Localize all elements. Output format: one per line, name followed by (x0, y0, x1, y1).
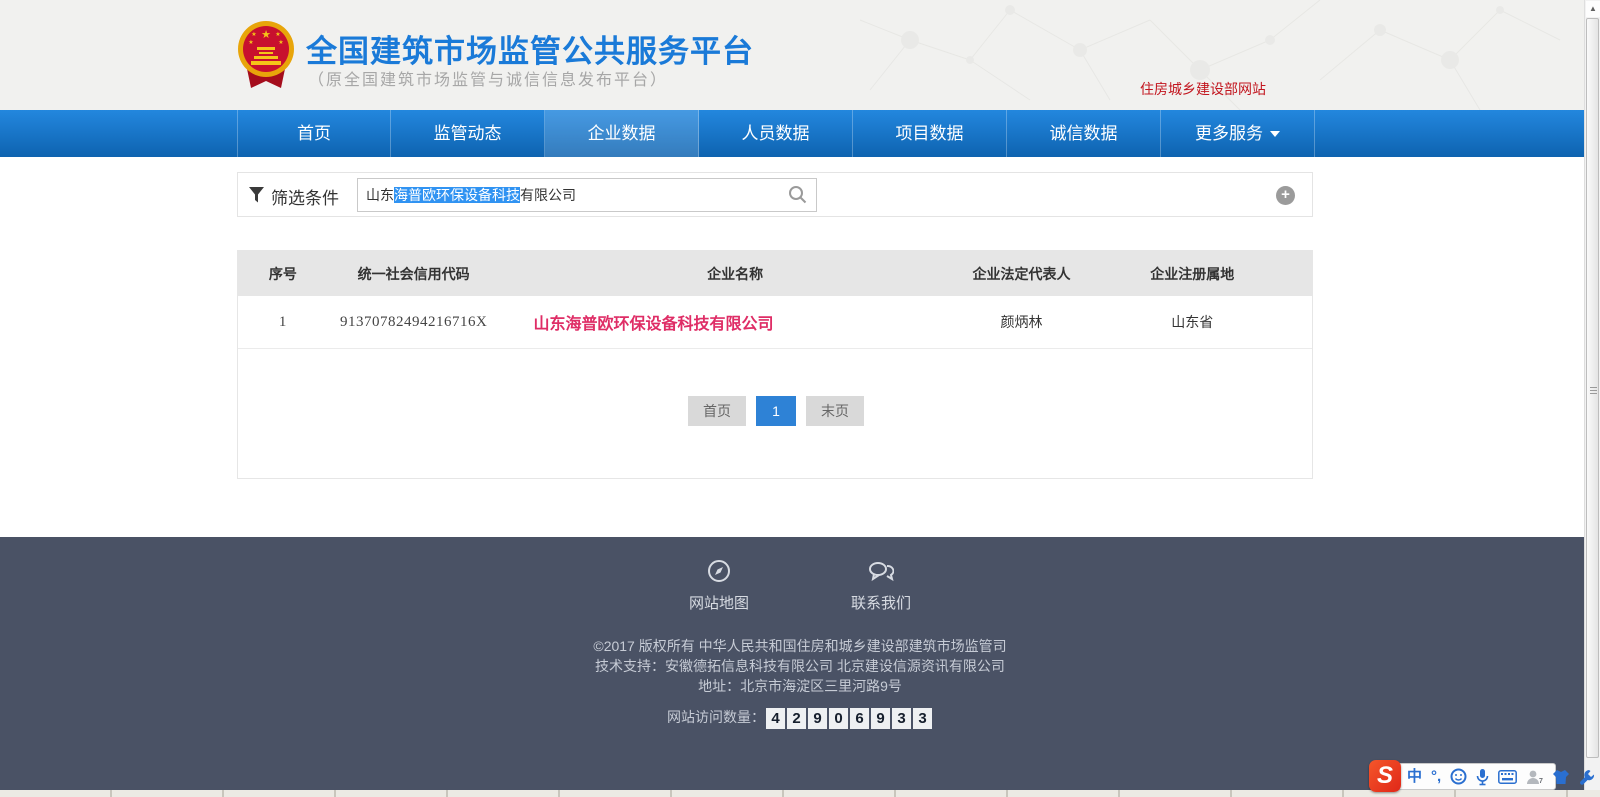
first-page-button[interactable]: 首页 (688, 396, 746, 426)
filter-bar: 筛选条件 山东海普欧环保设备科技有限公司 + (237, 172, 1313, 217)
browser-viewport: ★ ★ ★ ★ ★ 全国建筑市场监管公共服务平台 （原全国建筑市场监管与诚信信息… (0, 0, 1600, 797)
scrollbar-up-arrow[interactable]: ▲ (1586, 1, 1600, 17)
main-nav: 首页 监管动态 企业数据 人员数据 项目数据 诚信数据 更多服务 (0, 110, 1600, 157)
site-footer: 网站地图 联系我们 ©2017 版权所有 中华人民共和国住房和城乡建设部建筑市场… (0, 537, 1600, 790)
ministry-website-link[interactable]: 住房城乡建设部网站 (1140, 79, 1266, 99)
ime-logo-icon[interactable]: S (1369, 760, 1401, 792)
col-legal-rep: 企业法定代表人 (971, 264, 1073, 284)
visit-digit: 9 (808, 708, 827, 729)
cell-legal-rep: 颜炳林 (971, 312, 1073, 332)
ime-skin-tshirt-icon[interactable] (1552, 769, 1570, 785)
ime-toolbar: S 中 °, 7 (1374, 763, 1556, 790)
visit-counter: 网站访问数量：42906933 (0, 707, 1600, 729)
ime-account-icon[interactable]: 7 (1526, 769, 1543, 785)
ime-emoji-icon[interactable] (1450, 768, 1467, 785)
tech-support-text: 技术支持：安徽德拓信息科技有限公司 北京建设信源资讯有限公司 (0, 656, 1600, 676)
company-search-input[interactable]: 山东海普欧环保设备科技有限公司 (357, 178, 817, 212)
svg-text:★: ★ (248, 39, 253, 46)
nav-item-more-services[interactable]: 更多服务 (1161, 110, 1315, 157)
col-credit-code: 统一社会信用代码 (328, 264, 500, 284)
scrollbar-grip (1590, 387, 1597, 394)
nav-item-supervision-news[interactable]: 监管动态 (391, 110, 545, 157)
chevron-down-icon (1270, 131, 1280, 137)
sitemap-link[interactable]: 网站地图 (677, 559, 761, 613)
visit-digit: 0 (829, 708, 848, 729)
filter-label: 筛选条件 (271, 184, 339, 209)
contact-link[interactable]: 联系我们 (839, 559, 923, 613)
results-table: 序号 统一社会信用代码 企业名称 企业法定代表人 企业注册属地 1 913707… (237, 250, 1313, 479)
sitemap-label: 网站地图 (677, 592, 761, 613)
ime-keyboard-icon[interactable] (1498, 770, 1517, 784)
last-page-button[interactable]: 末页 (806, 396, 864, 426)
nav-item-credit-data[interactable]: 诚信数据 (1007, 110, 1161, 157)
visit-digit: 3 (892, 708, 911, 729)
svg-text:★: ★ (275, 31, 280, 38)
address-text: 地址：北京市海淀区三里河路9号 (0, 676, 1600, 696)
nav-more-label: 更多服务 (1195, 124, 1263, 143)
col-company-name: 企业名称 (500, 264, 971, 284)
chat-bubbles-icon (868, 559, 894, 583)
company-name-link[interactable]: 山东海普欧环保设备科技有限公司 (500, 310, 971, 334)
page-title: 全国建筑市场监管公共服务平台 (306, 26, 754, 71)
ime-settings-wrench-icon[interactable] (1579, 769, 1595, 785)
cell-credit-code: 91370782494216716X (328, 314, 500, 331)
nav-item-enterprise-data[interactable]: 企业数据 (545, 110, 699, 157)
nav-item-personnel-data[interactable]: 人员数据 (699, 110, 853, 157)
visit-counter-label: 网站访问数量： (667, 709, 765, 725)
footer-links: 网站地图 联系我们 (0, 559, 1600, 613)
visit-digit: 3 (913, 708, 932, 729)
ime-punctuation-icon[interactable]: °, (1431, 764, 1441, 789)
table-row: 1 91370782494216716X 山东海普欧环保设备科技有限公司 颜炳林… (238, 296, 1312, 349)
table-header-row: 序号 统一社会信用代码 企业名称 企业法定代表人 企业注册属地 (238, 251, 1312, 296)
scrollbar-thumb[interactable] (1586, 18, 1599, 758)
visit-digit: 6 (850, 708, 869, 729)
col-region: 企业注册属地 (1072, 264, 1312, 284)
svg-text:7: 7 (1539, 778, 1543, 785)
compass-icon (707, 559, 731, 583)
ime-chinese-mode-icon[interactable]: 中 (1407, 764, 1422, 789)
ime-microphone-icon[interactable] (1476, 768, 1489, 786)
filter-funnel-icon (249, 187, 264, 203)
query-selected-text: 海普欧环保设备科技 (394, 187, 520, 203)
page-subtitle: （原全国建筑市场监管与诚信信息发布平台） (308, 66, 668, 90)
taskbar-edge (0, 790, 1600, 797)
visit-digit: 9 (871, 708, 890, 729)
national-emblem-logo: ★ ★ ★ ★ ★ (237, 18, 295, 90)
svg-text:★: ★ (261, 29, 271, 41)
nav-item-home[interactable]: 首页 (237, 110, 391, 157)
visit-digit: 4 (766, 708, 785, 729)
query-text: 山东 (366, 187, 394, 203)
add-filter-button[interactable]: + (1276, 186, 1295, 205)
search-icon[interactable] (788, 185, 807, 204)
pagination: 首页 1 末页 (238, 396, 1314, 426)
visit-digit: 2 (787, 708, 806, 729)
svg-text:★: ★ (278, 39, 283, 46)
cell-region: 山东省 (1072, 312, 1312, 332)
query-text-suffix: 有限公司 (520, 187, 576, 203)
contact-label: 联系我们 (839, 592, 923, 613)
current-page-button[interactable]: 1 (756, 396, 796, 426)
copyright-text: ©2017 版权所有 中华人民共和国住房和城乡建设部建筑市场监管司 (0, 636, 1600, 656)
cell-seq: 1 (238, 314, 328, 331)
svg-text:★: ★ (251, 31, 256, 38)
col-seq: 序号 (238, 264, 328, 284)
browser-scrollbar: ▲ (1584, 0, 1600, 797)
nav-item-project-data[interactable]: 项目数据 (853, 110, 1007, 157)
nav-items: 首页 监管动态 企业数据 人员数据 项目数据 诚信数据 更多服务 (237, 110, 1315, 157)
site-header: ★ ★ ★ ★ ★ 全国建筑市场监管公共服务平台 （原全国建筑市场监管与诚信信息… (0, 0, 1600, 110)
